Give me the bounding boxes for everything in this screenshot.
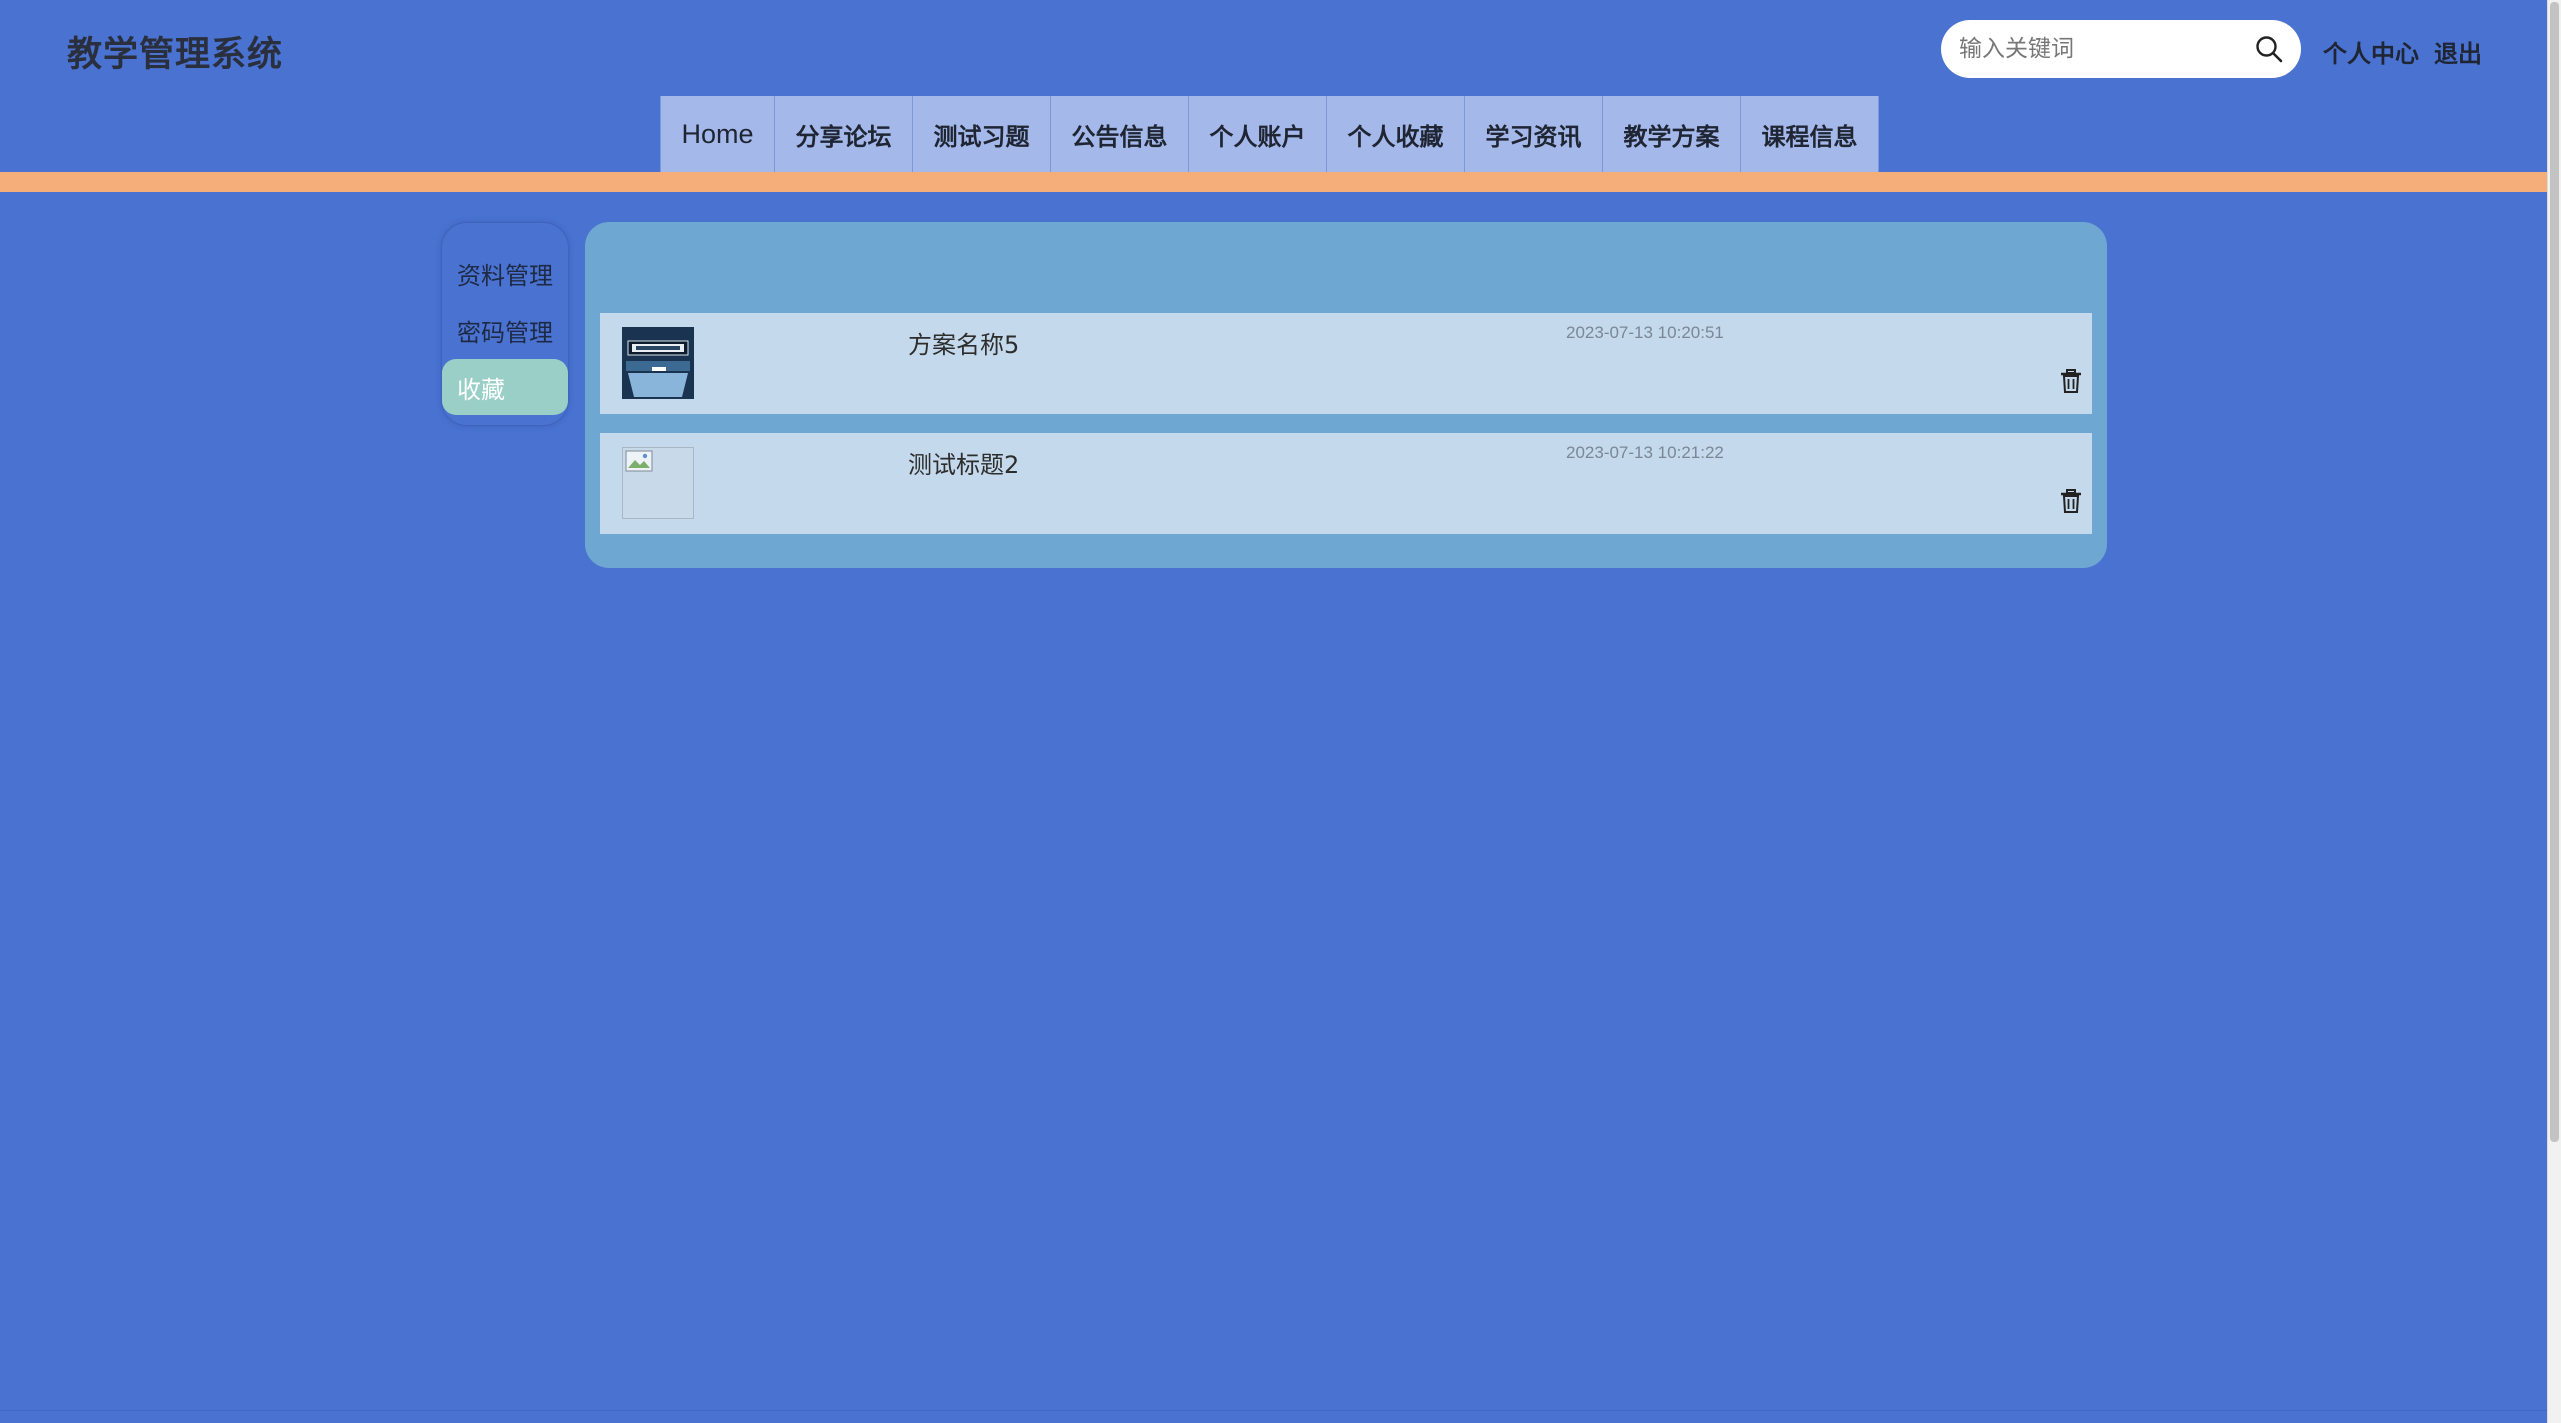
nav-account[interactable]: 个人账户: [1189, 96, 1327, 172]
vertical-scrollbar[interactable]: [2547, 0, 2561, 1423]
search-box: [1941, 20, 2301, 78]
search-input[interactable]: [1959, 20, 2239, 78]
user-center-link[interactable]: 个人中心: [2323, 34, 2419, 69]
logout-link[interactable]: 退出: [2434, 34, 2482, 69]
favorites-panel: 方案名称5 2023-07-13 10:20:51 测试标题2 2023-07-…: [585, 222, 2107, 568]
nav-courses[interactable]: 课程信息: [1741, 96, 1879, 172]
favorite-timestamp: 2023-07-13 10:21:22: [1566, 443, 1724, 462]
nav-favorites[interactable]: 个人收藏: [1327, 96, 1465, 172]
accent-bar: [0, 172, 2548, 192]
nav-home[interactable]: Home: [660, 96, 775, 172]
favorite-title[interactable]: 方案名称5: [908, 325, 1019, 360]
favorite-title[interactable]: 测试标题2: [908, 445, 1019, 480]
nav-forum[interactable]: 分享论坛: [775, 96, 913, 172]
sidebar-item-password[interactable]: 密码管理: [442, 302, 568, 358]
nav-announcements[interactable]: 公告信息: [1051, 96, 1189, 172]
book-cover-thumbnail[interactable]: [622, 327, 694, 399]
list-item[interactable]: 方案名称5 2023-07-13 10:20:51: [600, 313, 2092, 414]
trash-icon[interactable]: [2060, 369, 2082, 393]
sidebar-item-favorites[interactable]: 收藏: [442, 359, 568, 415]
sidebar: 资料管理 密码管理 收藏: [441, 222, 569, 426]
nav-exercises[interactable]: 测试习题: [913, 96, 1051, 172]
favorite-timestamp: 2023-07-13 10:20:51: [1566, 323, 1724, 342]
main-nav: Home 分享论坛 测试习题 公告信息 个人账户 个人收藏 学习资讯 教学方案 …: [660, 96, 1879, 172]
trash-icon[interactable]: [2060, 489, 2082, 513]
broken-image-thumbnail[interactable]: [622, 447, 694, 519]
sidebar-item-profile[interactable]: 资料管理: [442, 245, 568, 301]
page-bottom-divider: [0, 1410, 2548, 1411]
list-item[interactable]: 测试标题2 2023-07-13 10:21:22: [600, 433, 2092, 534]
site-title: 教学管理系统: [67, 35, 284, 75]
broken-image-icon: [625, 450, 653, 472]
nav-teaching-plans[interactable]: 教学方案: [1603, 96, 1741, 172]
search-icon[interactable]: [2254, 34, 2284, 64]
nav-news[interactable]: 学习资讯: [1465, 96, 1603, 172]
scrollbar-thumb[interactable]: [2550, 2, 2559, 1142]
page: 教学管理系统 个人中心 退出 Home 分享论坛 测试习题 公告信息 个人账户 …: [0, 0, 2548, 1423]
book-cover-icon: [622, 327, 694, 399]
